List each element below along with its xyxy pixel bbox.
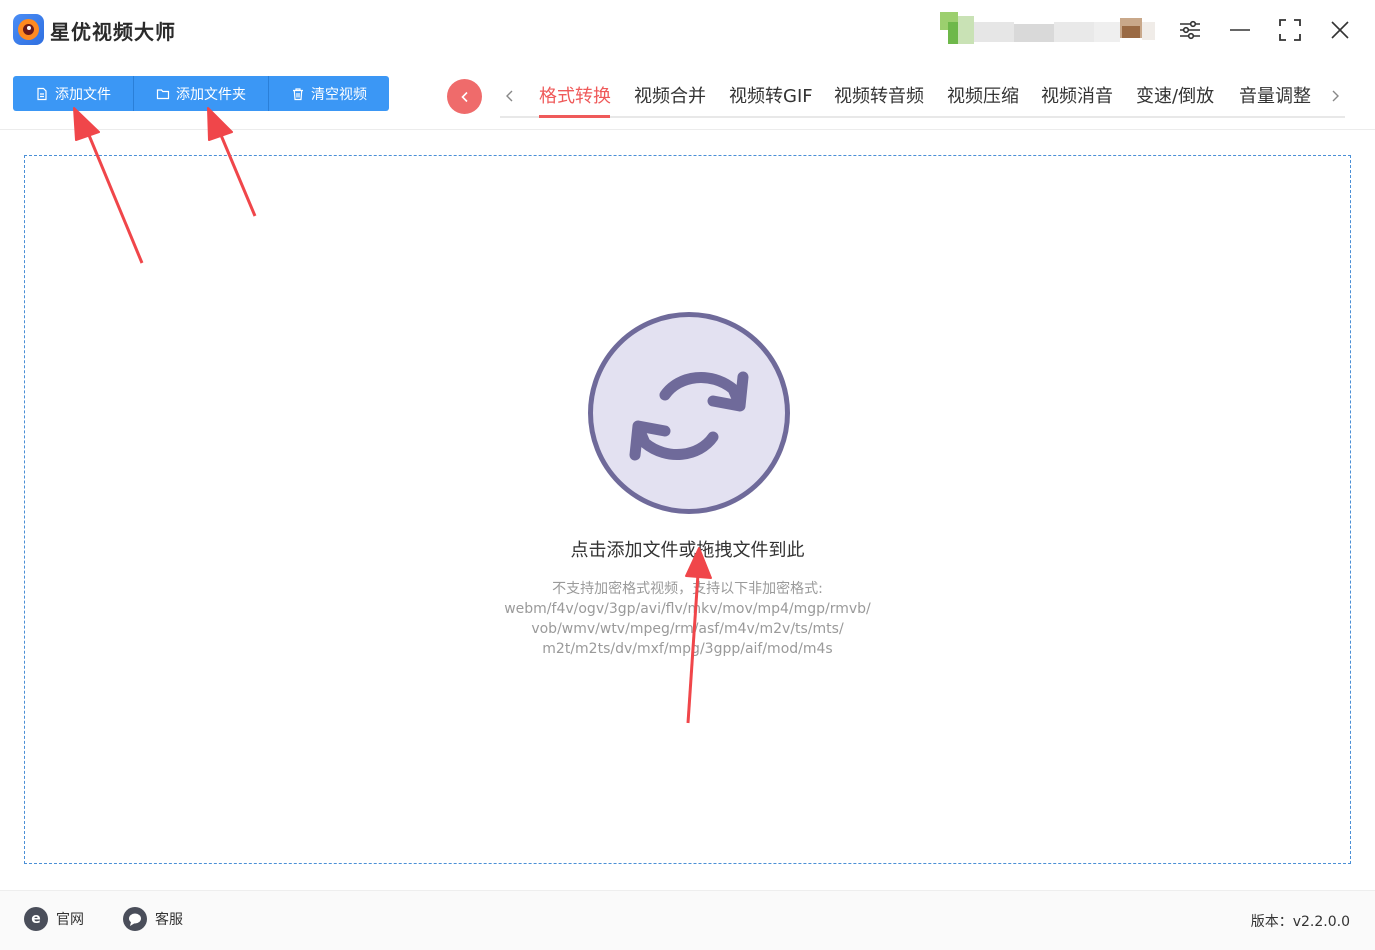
footer: e 官网 客服 版本：v2.2.0.0	[0, 890, 1375, 950]
website-link[interactable]: e 官网	[24, 907, 84, 931]
active-tab-indicator	[539, 115, 610, 118]
browser-icon: e	[24, 907, 48, 931]
app-logo-icon	[13, 14, 44, 45]
add-folder-label: 添加文件夹	[176, 86, 246, 103]
chevron-right-icon	[1332, 90, 1339, 102]
trash-icon	[293, 87, 303, 100]
user-avatar[interactable]	[940, 12, 1155, 48]
file-button-group: 添加文件 添加文件夹 清空视频	[13, 76, 389, 111]
tab-scroll-right-button[interactable]	[1325, 84, 1345, 108]
maximize-icon[interactable]	[1275, 15, 1305, 45]
tab-video-merge[interactable]: 视频合并	[634, 82, 706, 108]
sliders-icon[interactable]	[1175, 15, 1205, 45]
minimize-icon[interactable]	[1225, 15, 1255, 45]
add-file-label: 添加文件	[55, 86, 111, 103]
drop-zone-hint-line-4: m2t/m2ts/dv/mxf/mpg/3gpp/aif/mod/m4s	[542, 641, 833, 657]
drop-zone-hint-line-1: 不支持加密格式视频，支持以下非加密格式:	[552, 581, 823, 597]
tab-video-to-gif[interactable]: 视频转GIF	[729, 82, 813, 108]
tab-video-mute[interactable]: 视频消音	[1041, 82, 1113, 108]
drop-zone-hint-line-3: vob/wmv/wtv/mpeg/rm/asf/m4v/m2v/ts/mts/	[531, 621, 844, 637]
drop-zone-title: 点击添加文件或拖拽文件到此	[570, 540, 805, 561]
support-link[interactable]: 客服	[123, 907, 183, 931]
tab-format-convert[interactable]: 格式转换	[539, 82, 611, 108]
add-file-button[interactable]: 添加文件	[13, 76, 134, 111]
app-title: 星优视频大师	[50, 20, 176, 44]
add-folder-button[interactable]: 添加文件夹	[134, 76, 269, 111]
tab-bar: 格式转换 视频合并 视频转GIF 视频转音频 视频压缩 视频消音 变速/倒放 音…	[500, 76, 1345, 118]
tab-video-to-audio[interactable]: 视频转音频	[834, 82, 924, 108]
drop-zone-hint-line-2: webm/f4v/ogv/3gp/avi/flv/mkv/mov/mp4/mgp…	[504, 601, 871, 617]
app-window: 星优视频大师 添加文件 添加文件夹 清空视频 格式转换 视频合并 视频转GIF …	[0, 0, 1375, 950]
chat-icon	[123, 907, 147, 931]
tab-volume-adjust[interactable]: 音量调整	[1239, 82, 1311, 108]
chevron-left-icon	[506, 90, 513, 102]
chevron-left-icon	[460, 91, 468, 102]
folder-icon	[156, 88, 170, 99]
clear-videos-label: 清空视频	[311, 86, 367, 103]
file-drop-zone[interactable]: 点击添加文件或拖拽文件到此 不支持加密格式视频，支持以下非加密格式: webm/…	[24, 155, 1351, 864]
version-label: 版本：v2.2.0.0	[1250, 914, 1350, 930]
tab-video-compress[interactable]: 视频压缩	[947, 82, 1019, 108]
sync-icon[interactable]	[588, 312, 790, 514]
tab-speed-reverse[interactable]: 变速/倒放	[1136, 82, 1214, 108]
website-label: 官网	[56, 912, 84, 928]
toolbar: 添加文件 添加文件夹 清空视频 格式转换 视频合并 视频转GIF 视频转音频 视…	[0, 62, 1375, 130]
file-icon	[37, 87, 47, 100]
title-bar: 星优视频大师	[0, 0, 1375, 62]
support-label: 客服	[155, 912, 183, 928]
clear-videos-button[interactable]: 清空视频	[269, 76, 389, 111]
collapse-button[interactable]	[447, 79, 482, 114]
close-icon[interactable]	[1325, 15, 1355, 45]
tab-scroll-left-button[interactable]	[500, 84, 520, 108]
